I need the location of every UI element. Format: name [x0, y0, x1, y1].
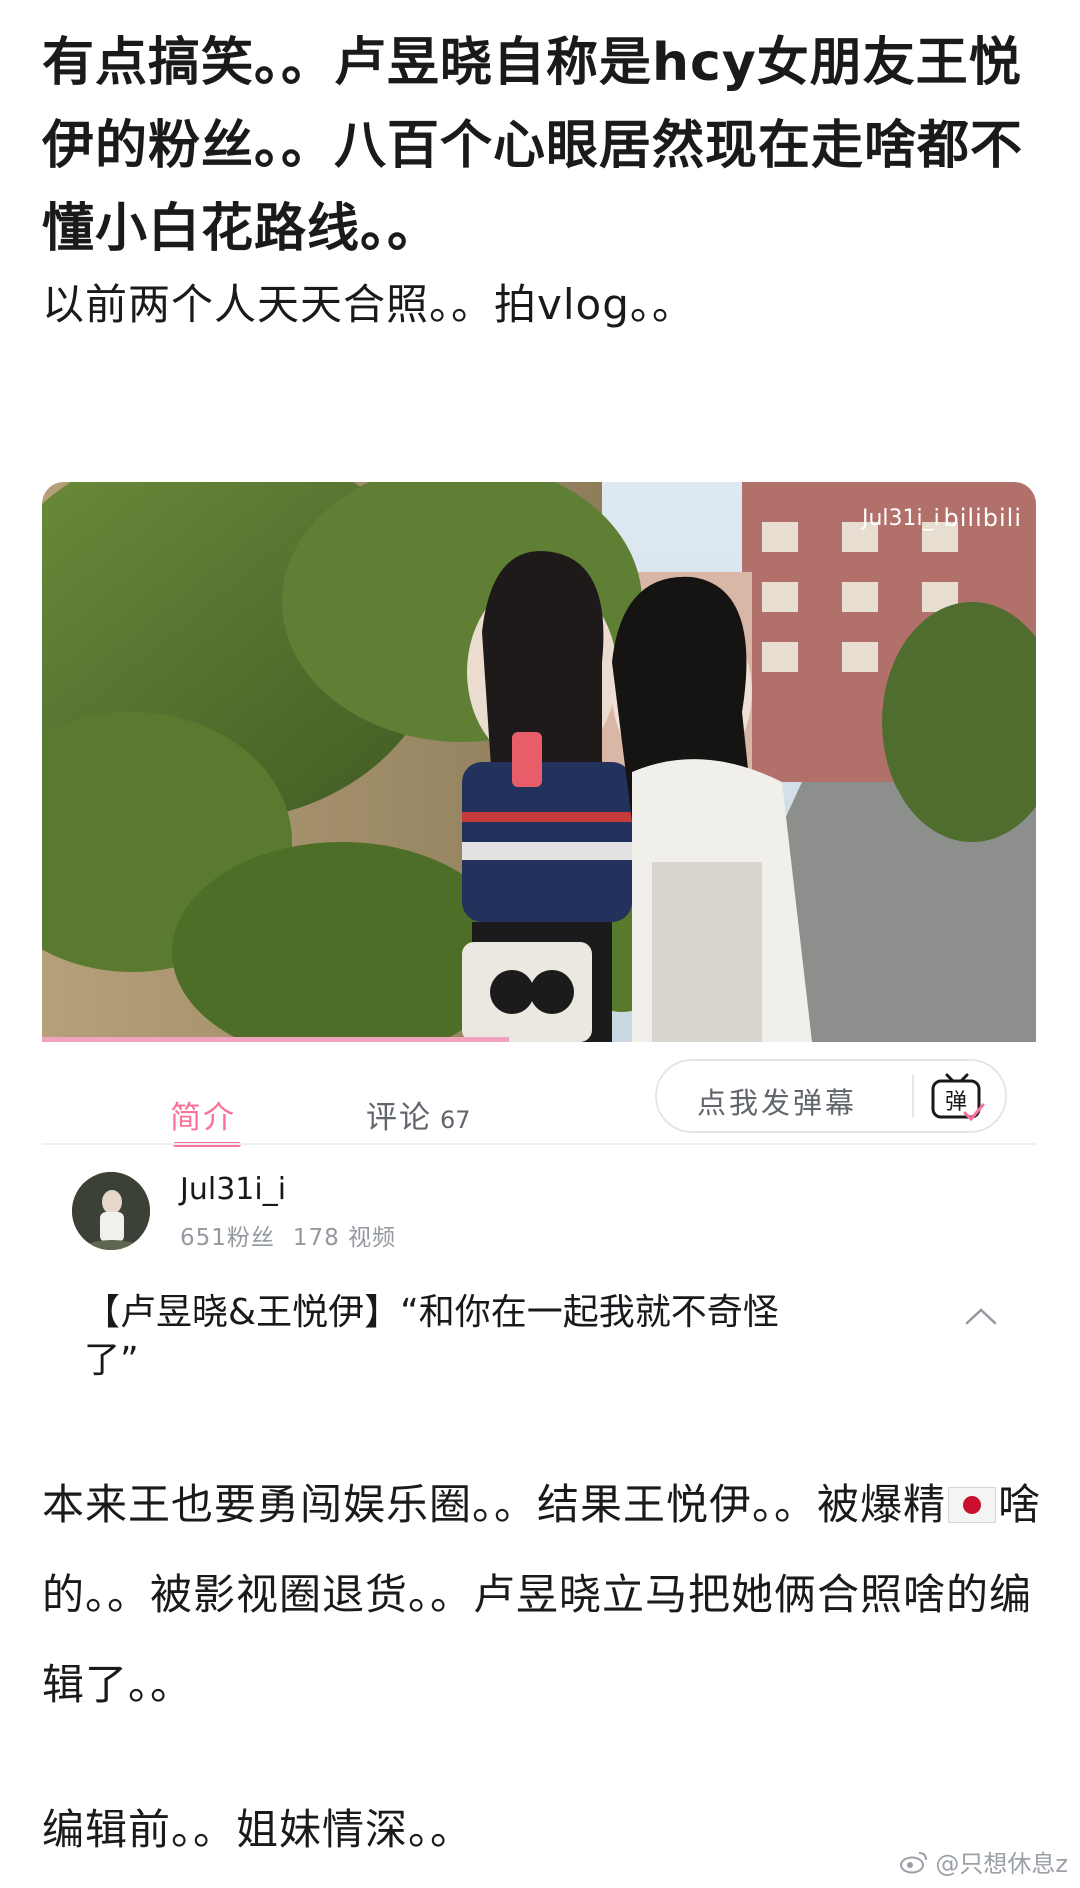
post-paragraph-2-part1: 本来王也要勇闯娱乐圈。。结果王悦伊。。被爆精 [42, 1480, 947, 1529]
video-info-card: 简介 评论 67 点我发弹幕 弹 Jul31i_i 651粉丝 178 视频 【卢昱… [42, 1042, 1036, 1402]
danmaku-input[interactable]: 点我发弹幕 弹 [655, 1059, 1007, 1133]
post-paragraph-1: 以前两个人天天合照。。拍vlog。。 [42, 280, 695, 329]
tab-intro-label: 简介 [170, 1100, 236, 1136]
uploader-name[interactable]: Jul31i_i [180, 1172, 286, 1207]
danmaku-separator [912, 1075, 914, 1117]
tab-comments-label: 评论 [366, 1100, 432, 1136]
japan-flag-icon [948, 1487, 997, 1523]
watermark-author: @只想休息z [935, 1850, 1068, 1878]
watermark-username: Jul31i_i [862, 506, 940, 531]
video-title: 【卢昱晓&王悦伊】“和你在一起我就不奇怪了” [84, 1292, 779, 1381]
bilibili-watermark: bilibili [943, 504, 1022, 532]
weibo-logo-icon [900, 1851, 928, 1873]
fans-count: 651粉丝 [180, 1225, 275, 1251]
tab-intro[interactable]: 简介 [170, 1092, 236, 1137]
post-headline: 有点搞笑。。卢昱晓自称是hcy女朋友王悦伊的粉丝。。八百个心眼居然现在走啥都不懂… [42, 33, 1024, 259]
video-count: 178 视频 [292, 1225, 397, 1251]
uploader-avatar[interactable] [72, 1172, 150, 1250]
chevron-up-icon[interactable] [964, 1306, 998, 1330]
post-paragraph-3: 编辑前。。姐妹情深。。 [42, 1805, 474, 1854]
tab-divider [42, 1143, 1036, 1145]
uploader-stats: 651粉丝 178 视频 [180, 1218, 414, 1252]
video-frame [42, 482, 1036, 1042]
danmaku-placeholder: 点我发弹幕 [697, 1086, 858, 1120]
weibo-watermark: @只想休息z [899, 1844, 1068, 1879]
video-player[interactable]: Jul31i_i bilibili [42, 482, 1036, 1042]
danmaku-toggle-icon[interactable]: 弹 [927, 1069, 987, 1129]
svg-text:弹: 弹 [945, 1090, 967, 1115]
tab-comments[interactable]: 评论 67 [366, 1092, 471, 1137]
comment-count: 67 [440, 1106, 471, 1134]
post-paragraph-2: 本来王也要勇闯娱乐圈。。结果王悦伊。。被爆精 啥的。。被影视圈退货。。卢昱晓立马把… [42, 1460, 1042, 1730]
